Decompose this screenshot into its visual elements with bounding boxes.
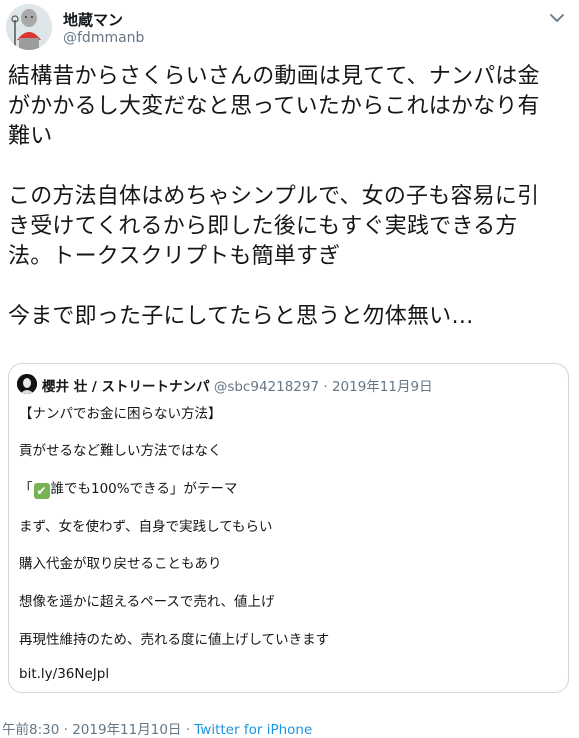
quoted-line: まず、女を使わず、自身で実践してもらい — [19, 519, 273, 535]
quoted-line: 貢がせるなど難しい方法ではなく — [19, 443, 222, 459]
avatar[interactable] — [6, 4, 52, 50]
quoted-handle: @sbc94218297 — [213, 379, 320, 395]
quoted-line-prefix: 「 — [19, 481, 33, 497]
quoted-header: 櫻井 壮 / ストリートナンパ @sbc94218297 · 2019年11月9… — [42, 375, 433, 395]
jizo-avatar-icon — [6, 4, 52, 50]
quoted-link[interactable]: bit.ly/36NeJpl — [19, 666, 109, 682]
quoted-line: 想像を遥かに超えるペースで売れ、値上げ — [19, 594, 275, 610]
tweet-date[interactable]: 2019年11月10日 — [72, 722, 181, 738]
tweet-time[interactable]: 午前8:30 — [2, 722, 59, 738]
chevron-down-icon[interactable] — [547, 8, 567, 28]
handle[interactable]: @fdmmanb — [63, 30, 144, 46]
quoted-line: 「✔ 誰でも100%できる」がテーマ — [19, 477, 237, 499]
quoted-name: 櫻井 壮 / ストリートナンパ — [42, 379, 210, 395]
meta-separator: · — [59, 722, 73, 738]
check-mark-button-icon: ✔ — [33, 483, 50, 499]
quoted-line: 再現性維持のため、売れる度に値上げしていきます — [19, 632, 330, 648]
display-name[interactable]: 地蔵マン — [63, 9, 123, 30]
quoted-line-rest: 誰でも100%できる」がテーマ — [50, 481, 238, 497]
quoted-tweet-card[interactable]: 櫻井 壮 / ストリートナンパ @sbc94218297 · 2019年11月9… — [8, 363, 569, 693]
meta-separator: · — [181, 722, 195, 738]
quoted-date: 2019年11月9日 — [331, 379, 433, 395]
quoted-line: 【ナンパでお金に困らない方法】 — [19, 406, 222, 422]
quoted-separator: · — [319, 379, 332, 395]
tweet-source[interactable]: Twitter for iPhone — [194, 722, 312, 738]
quoted-avatar — [17, 374, 37, 394]
quoted-line: 購入代金が取り戻せることもあり — [19, 556, 222, 572]
tweet-meta: 午前8:30 · 2019年11月10日 · Twitter for iPhon… — [2, 718, 312, 738]
tweet-text: 結構昔からさくらいさんの動画は見てて、ナンパは金 がかかるし大変だなと思っていた… — [8, 64, 540, 329]
